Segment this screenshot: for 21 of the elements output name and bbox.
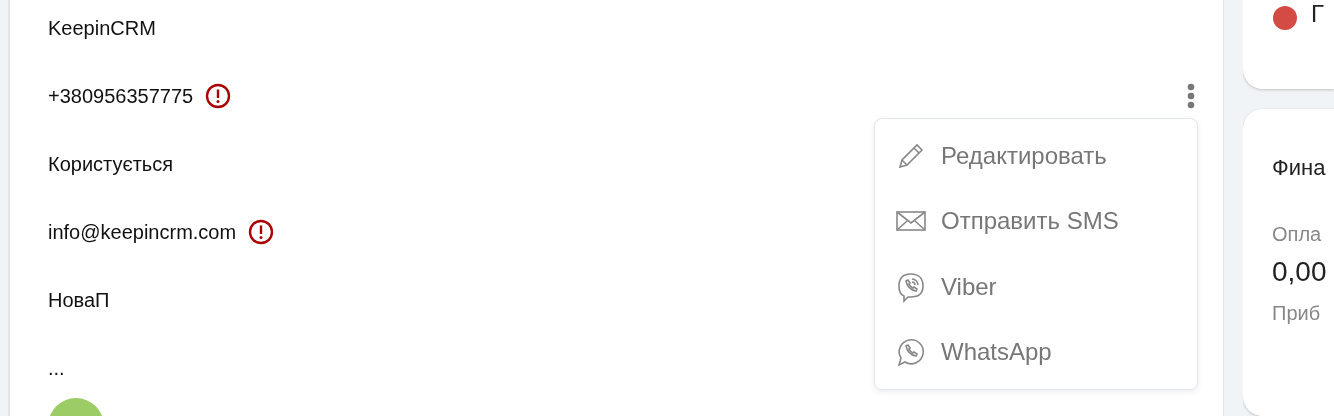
contact-field: Користується [48, 152, 174, 176]
warning-icon [248, 219, 275, 245]
status-label: Г [1311, 0, 1324, 28]
finance-label: Приб [1272, 302, 1322, 326]
phone-bubble-icon [895, 270, 927, 303]
menu-item[interactable]: Редактировать [875, 123, 1197, 189]
menu-item[interactable]: WhatsApp [875, 319, 1197, 385]
menu-item[interactable]: Отправить SMS [875, 188, 1197, 254]
warning-icon [205, 83, 232, 109]
status-dot [1273, 6, 1297, 30]
contact-field: +380956357775 [48, 84, 194, 108]
contact-field: info@keepincrm.com [48, 220, 237, 244]
phone-bubble-icon [895, 336, 927, 369]
more-icon[interactable] [1187, 83, 1195, 109]
contact-field: НоваП [48, 288, 110, 312]
finance-label: Опла [1272, 223, 1323, 247]
menu-item[interactable]: Viber [875, 254, 1197, 320]
finance-value: 0,00 [1272, 256, 1328, 289]
contact-field: KeepinCRM [48, 16, 156, 40]
card-title: Фина [1272, 155, 1327, 182]
contact-field: ... [48, 356, 65, 380]
